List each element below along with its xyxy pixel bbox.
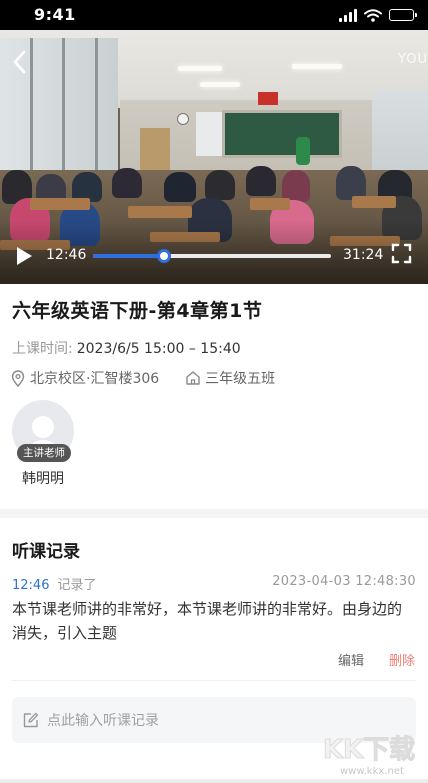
back-icon[interactable] <box>8 48 32 76</box>
location-text: 北京校区·汇智楼306 <box>30 371 160 387</box>
classroom-icon <box>186 371 200 385</box>
records-title: 听课记录 <box>12 542 80 562</box>
total-time: 31:24 <box>343 247 384 263</box>
note-input-placeholder: 点此输入听课记录 <box>47 713 159 729</box>
status-icons <box>339 8 417 22</box>
lesson-time-value: 2023/6/5 15:00 – 15:40 <box>76 341 241 357</box>
watermark-url: www.kkx.net <box>340 766 404 777</box>
play-icon[interactable] <box>13 245 35 267</box>
teacher-card[interactable]: 主讲老师 韩明明 <box>12 400 74 487</box>
battery-icon <box>389 9 417 21</box>
video-player[interactable]: YOU 12:46 31:24 <box>0 30 428 284</box>
role-badge: 主讲老师 <box>17 444 71 462</box>
class-name: 三年级五班 <box>205 371 276 387</box>
record-action: 记录了 <box>57 578 97 593</box>
wifi-icon <box>364 8 382 22</box>
fullscreen-icon[interactable] <box>391 243 412 264</box>
location-pin-icon <box>11 369 25 387</box>
lesson-title: 六年级英语下册-第4章第1节 <box>12 300 263 322</box>
current-time: 12:46 <box>46 247 87 263</box>
delete-button[interactable]: 删除 <box>389 650 415 669</box>
record-content: 本节课老师讲的非常好，本节课老师讲的非常好。由身边的消失，引入主题 <box>12 600 403 642</box>
edit-note-icon <box>23 712 39 727</box>
progress-fill <box>93 254 165 258</box>
teacher-name: 韩明明 <box>22 471 64 487</box>
home-indicator <box>0 779 428 783</box>
watermark-logo: KK下载 <box>322 735 415 766</box>
video-watermark: YOU <box>398 52 428 67</box>
edit-button[interactable]: 编辑 <box>338 650 364 669</box>
record-video-time[interactable]: 12:46 <box>12 578 49 593</box>
lesson-time: 上课时间: 2023/6/5 15:00 – 15:40 <box>12 338 241 358</box>
status-bar: 9:41 <box>0 0 428 30</box>
progress-bar[interactable] <box>93 249 331 263</box>
svg-text:KK下载: KK下载 <box>323 735 415 765</box>
signal-icon <box>339 8 357 22</box>
record-datetime: 2023-04-03 12:48:30 <box>272 574 416 589</box>
lesson-time-label: 上课时间: <box>12 341 73 357</box>
section-divider <box>0 509 428 518</box>
location-row: 北京校区·汇智楼306 三年级五班 <box>10 368 275 388</box>
record-meta: 12:46 记录了 2023-04-03 12:48:30 <box>12 574 416 593</box>
record-divider <box>12 680 416 681</box>
status-time: 9:41 <box>34 5 76 24</box>
